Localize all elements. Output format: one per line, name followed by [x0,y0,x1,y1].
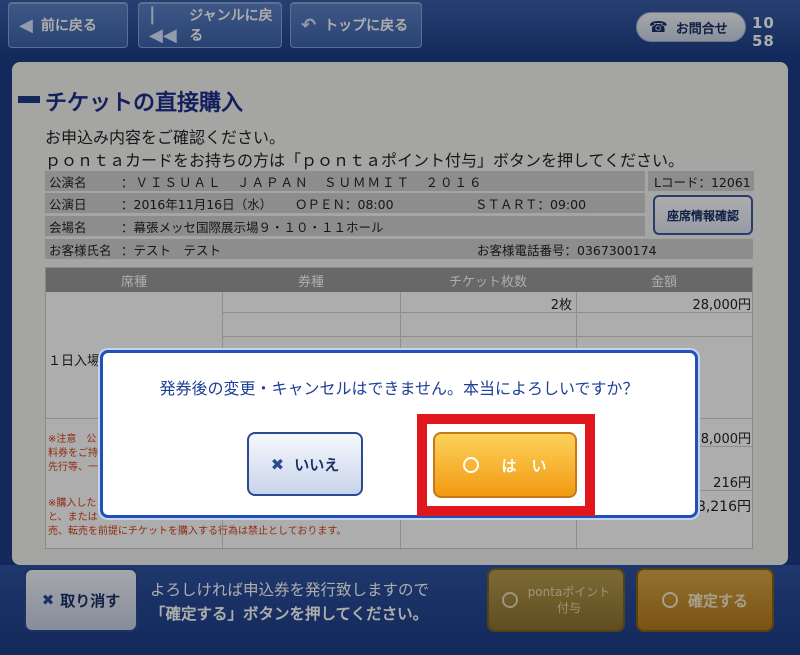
confirmation-dialog: 発券後の変更・キャンセルはできません。本当によろしいですか？ [100,350,698,518]
dialog-message: 発券後の変更・キャンセルはできません。本当によろしいですか？ [159,379,639,398]
modal-overlay [0,0,800,655]
yes-label: は い [501,456,547,475]
circle-icon [463,457,480,473]
x-icon: ✖ [270,454,285,474]
no-button[interactable]: ✖ いいえ [247,432,363,496]
yes-button[interactable]: は い [433,432,577,498]
no-label: いいえ [294,455,340,474]
